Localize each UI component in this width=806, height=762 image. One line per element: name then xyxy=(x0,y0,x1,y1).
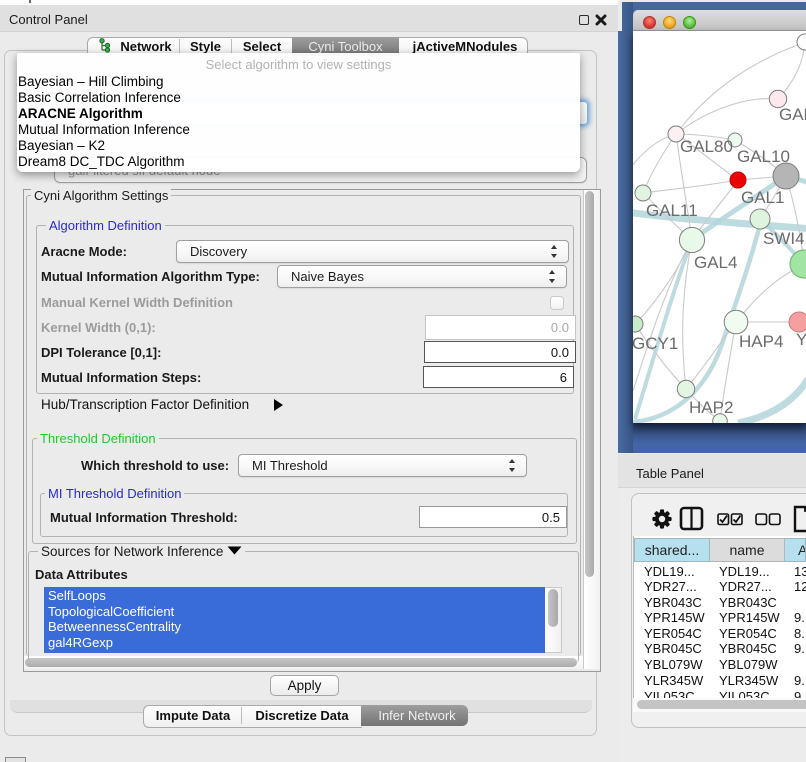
svg-text:GAL10: GAL10 xyxy=(737,147,790,166)
svg-text:GAL4: GAL4 xyxy=(694,253,737,272)
svg-text:HAP2: HAP2 xyxy=(689,398,733,417)
svg-text:GAL2: GAL2 xyxy=(779,105,806,124)
svg-text:YE: YE xyxy=(796,330,806,349)
svg-text:GCY1: GCY1 xyxy=(633,334,678,353)
svg-text:GAL1: GAL1 xyxy=(741,188,784,207)
svg-text:GAL80: GAL80 xyxy=(680,137,733,156)
svg-text:HAP4: HAP4 xyxy=(739,332,783,351)
svg-text:SWI4: SWI4 xyxy=(763,229,805,248)
svg-text:GAL11: GAL11 xyxy=(646,201,698,220)
